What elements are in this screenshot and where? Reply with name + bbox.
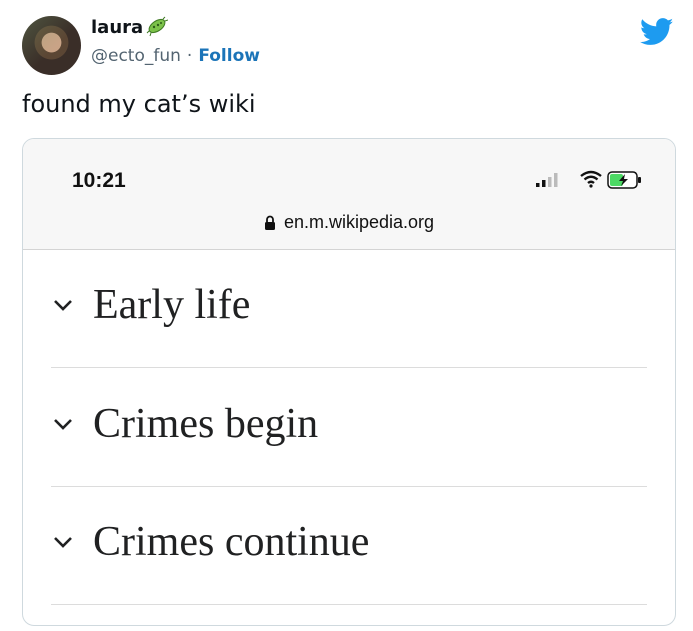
signal-icon (536, 173, 558, 187)
chevron-down-icon (54, 419, 72, 430)
battery-icon (607, 171, 641, 189)
bacteria-badge-icon (146, 16, 168, 37)
section-crimes-begin[interactable]: Crimes begin (51, 368, 647, 487)
section-title: Crimes begin (93, 401, 319, 447)
tweet-text: found my cat’s wiki (22, 90, 256, 118)
chevron-down-icon (54, 537, 72, 548)
section-early-life[interactable]: Early life (51, 249, 647, 368)
embedded-screenshot[interactable]: 10:21 en.m.wikipedia.org Early life Crim… (22, 138, 676, 626)
follow-button[interactable]: Follow (198, 46, 260, 66)
section-crimes-continue[interactable]: Crimes continue (51, 486, 647, 605)
wifi-icon (580, 170, 602, 188)
status-time: 10:21 (72, 169, 126, 192)
phone-status-bar: 10:21 en.m.wikipedia.org (23, 139, 675, 250)
handle-row: @ecto_fun · Follow (91, 46, 260, 66)
section-title: Crimes continue (93, 519, 370, 565)
user-handle[interactable]: @ecto_fun (91, 46, 181, 66)
url-text: en.m.wikipedia.org (283, 212, 435, 232)
chevron-down-icon (54, 300, 72, 311)
author-name[interactable]: laura (91, 17, 143, 38)
separator: · (186, 46, 193, 66)
url-bar[interactable]: en.m.wikipedia.org (23, 212, 675, 233)
avatar[interactable] (22, 16, 81, 75)
lock-icon (264, 215, 275, 230)
twitter-bird-icon[interactable] (640, 18, 674, 46)
section-title: Early life (93, 282, 251, 328)
